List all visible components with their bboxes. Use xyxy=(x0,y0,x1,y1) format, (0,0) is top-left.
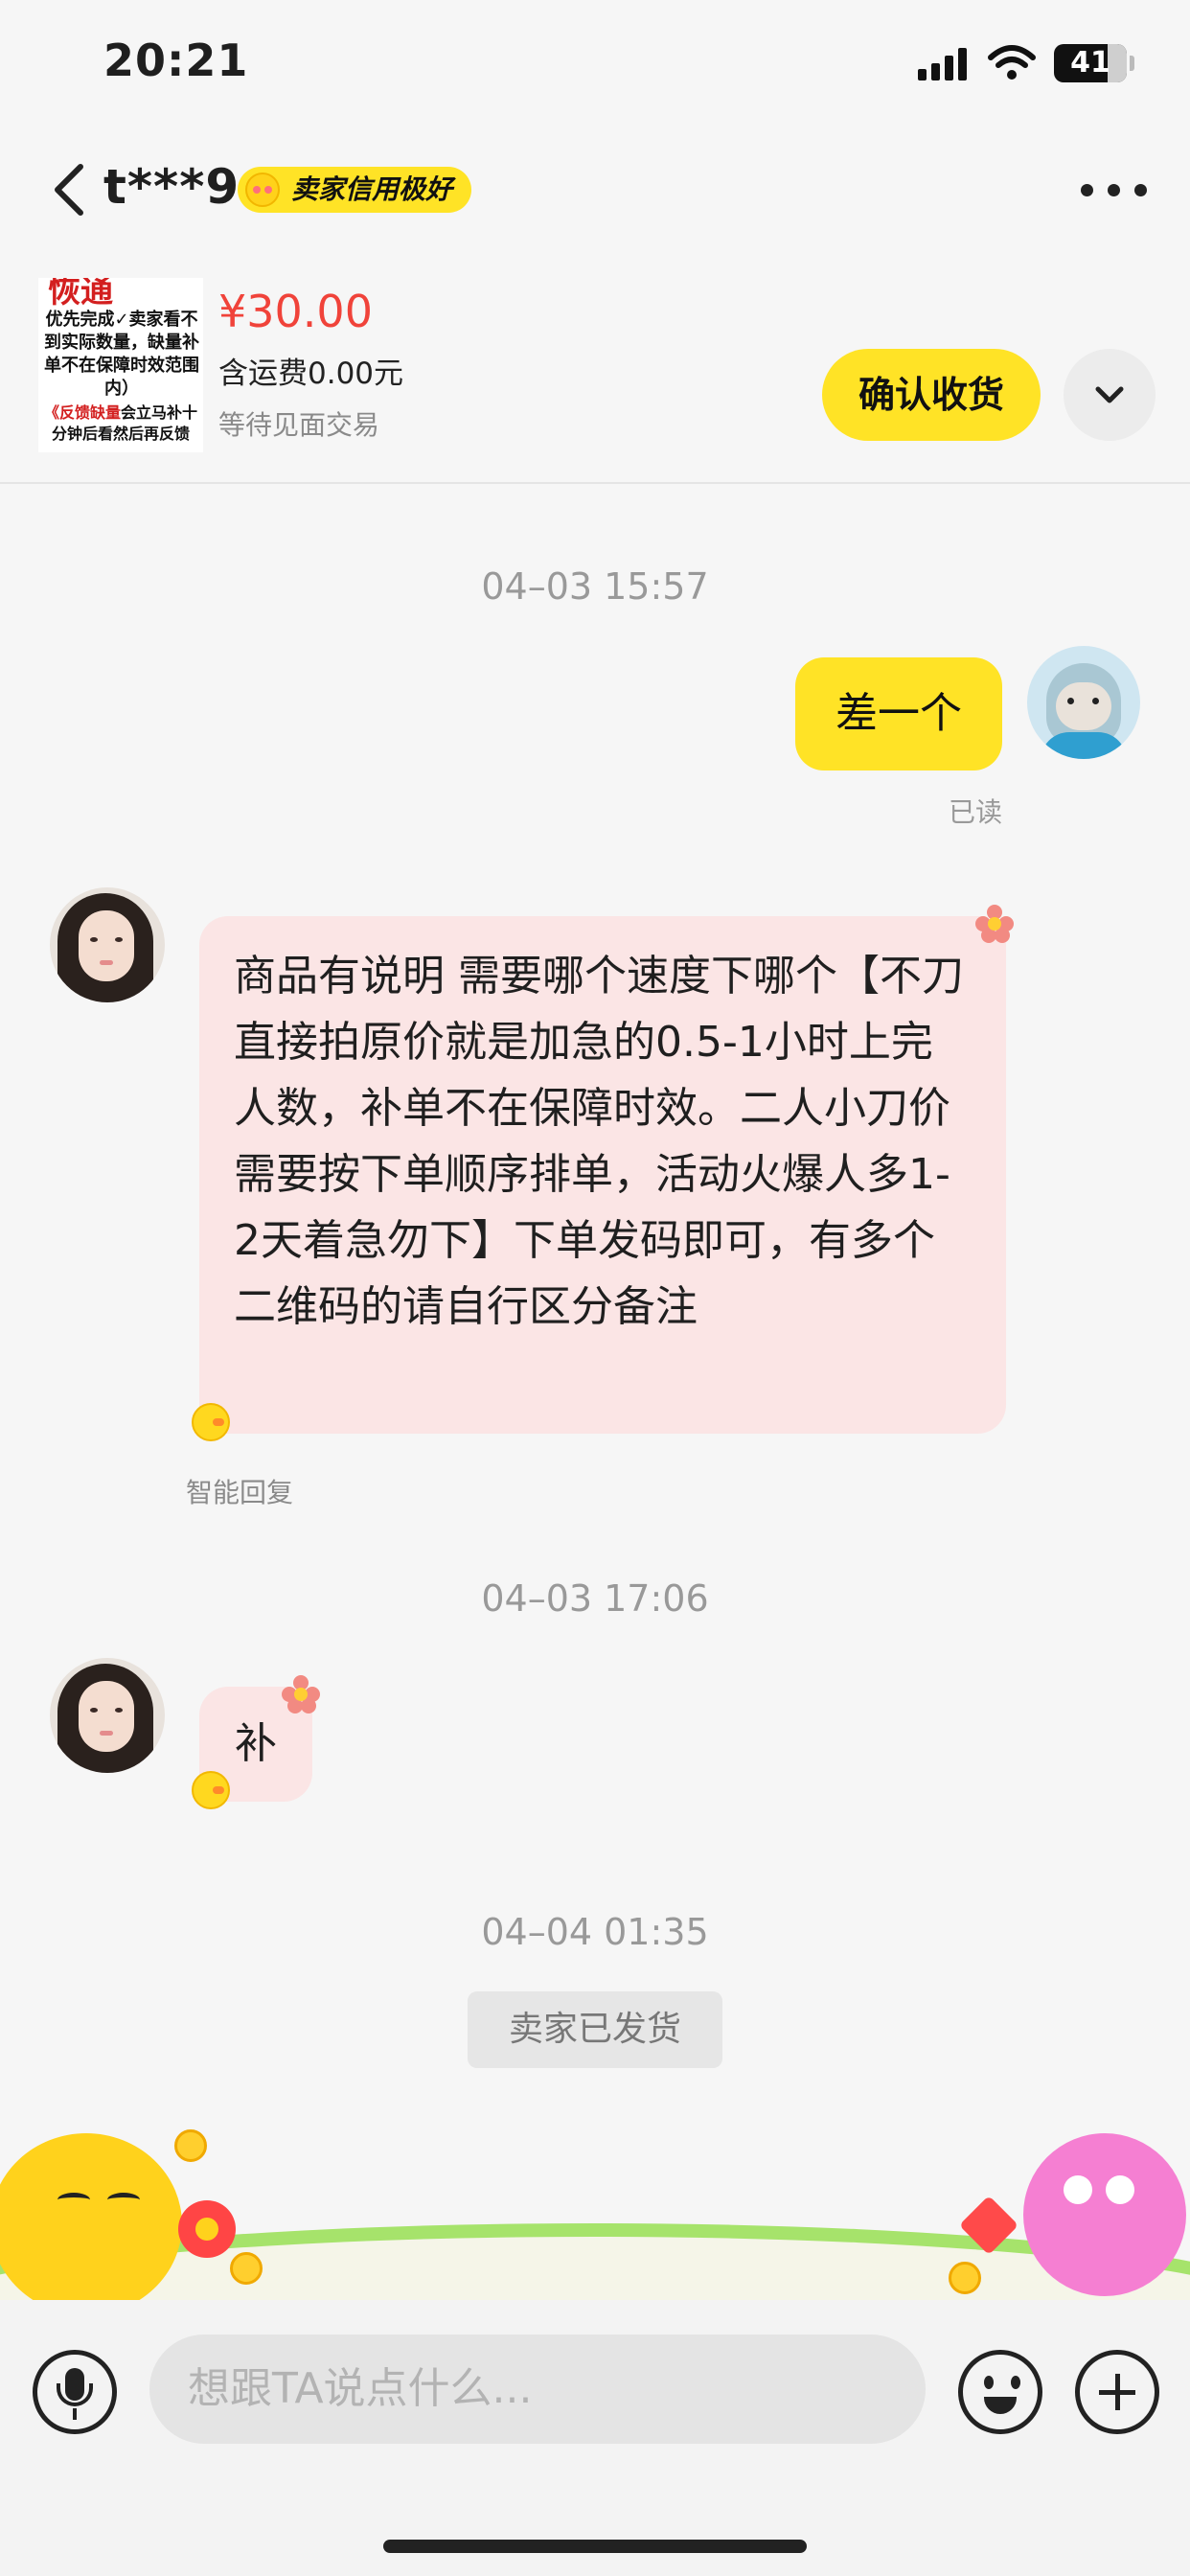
status-bar: 20:21 41 xyxy=(0,0,1190,125)
flower-icon xyxy=(282,1675,320,1714)
battery-icon: 41 xyxy=(1054,44,1134,82)
thumbnail-title: 恢通 xyxy=(48,278,113,310)
coin-icon xyxy=(949,2262,981,2294)
seller-credit-badge: 卖家信用极好 xyxy=(238,167,472,213)
product-bar[interactable]: 恢通 优先完成✓卖家看不到实际数量，缺量补单不在保障时效范围内） 《反馈缺量会立… xyxy=(0,278,1190,484)
my-avatar[interactable] xyxy=(1027,646,1140,759)
status-time: 20:21 xyxy=(103,34,249,86)
credit-badge-label: 卖家信用极好 xyxy=(291,173,453,205)
product-price: ¥30.00 xyxy=(218,286,373,337)
octopus-mascot-icon xyxy=(1023,2133,1186,2296)
input-bar: 想跟TA说点什么... xyxy=(0,2300,1190,2576)
chat-username[interactable]: t***9 xyxy=(103,159,240,215)
chevron-down-icon xyxy=(1095,386,1124,403)
home-indicator xyxy=(383,2540,807,2553)
coin-icon xyxy=(174,2129,207,2162)
shipping-fee: 含运费0.00元 xyxy=(218,356,404,391)
emoji-icon[interactable] xyxy=(958,2350,1042,2434)
order-status: 等待见面交易 xyxy=(218,409,380,441)
microphone-icon[interactable] xyxy=(33,2350,117,2434)
smile-face-icon xyxy=(245,172,280,207)
thumbnail-footer: 《反馈缺量会立马补十分钟后看然后再反馈 xyxy=(43,403,198,443)
seller-avatar[interactable] xyxy=(50,887,165,1002)
seller-message-bubble[interactable]: 商品有说明 需要哪个速度下哪个【不刀直接拍原价就是加急的0.5-1小时上完人数，… xyxy=(199,916,1006,1434)
chick-mascot-icon xyxy=(0,2133,182,2300)
timestamp: 04–04 01:35 xyxy=(481,1911,709,1953)
more-icon[interactable] xyxy=(1081,184,1148,197)
chat-header: t***9 卖家信用极好 xyxy=(0,144,1190,236)
red-flower-icon xyxy=(178,2200,236,2258)
expand-button[interactable] xyxy=(1064,349,1156,441)
chick-icon xyxy=(192,1403,230,1441)
product-thumbnail[interactable]: 恢通 优先完成✓卖家看不到实际数量，缺量补单不在保障时效范围内） 《反馈缺量会立… xyxy=(38,278,203,452)
decorative-banner xyxy=(0,2108,1190,2300)
chick-icon xyxy=(192,1771,230,1809)
timestamp: 04–03 17:06 xyxy=(481,1577,709,1620)
flower-icon xyxy=(975,905,1014,943)
thumbnail-text: 优先完成✓卖家看不到实际数量，缺量补单不在保障时效范围内） xyxy=(44,310,199,399)
back-icon[interactable] xyxy=(46,161,94,218)
system-notice: 卖家已发货 xyxy=(468,1991,722,2068)
wifi-icon xyxy=(988,45,1036,80)
read-receipt: 已读 xyxy=(949,796,1003,828)
timestamp: 04–03 15:57 xyxy=(481,565,709,608)
signal-icon xyxy=(918,48,968,80)
plus-icon[interactable] xyxy=(1075,2350,1159,2434)
smart-reply-label: 智能回复 xyxy=(186,1477,294,1508)
coin-icon xyxy=(230,2252,263,2285)
message-input[interactable]: 想跟TA说点什么... xyxy=(149,2334,926,2444)
confirm-receipt-button[interactable]: 确认收货 xyxy=(822,349,1041,441)
seller-avatar[interactable] xyxy=(50,1658,165,1773)
battery-level: 41 xyxy=(1070,46,1110,80)
my-message-bubble[interactable]: 差一个 xyxy=(795,657,1002,770)
